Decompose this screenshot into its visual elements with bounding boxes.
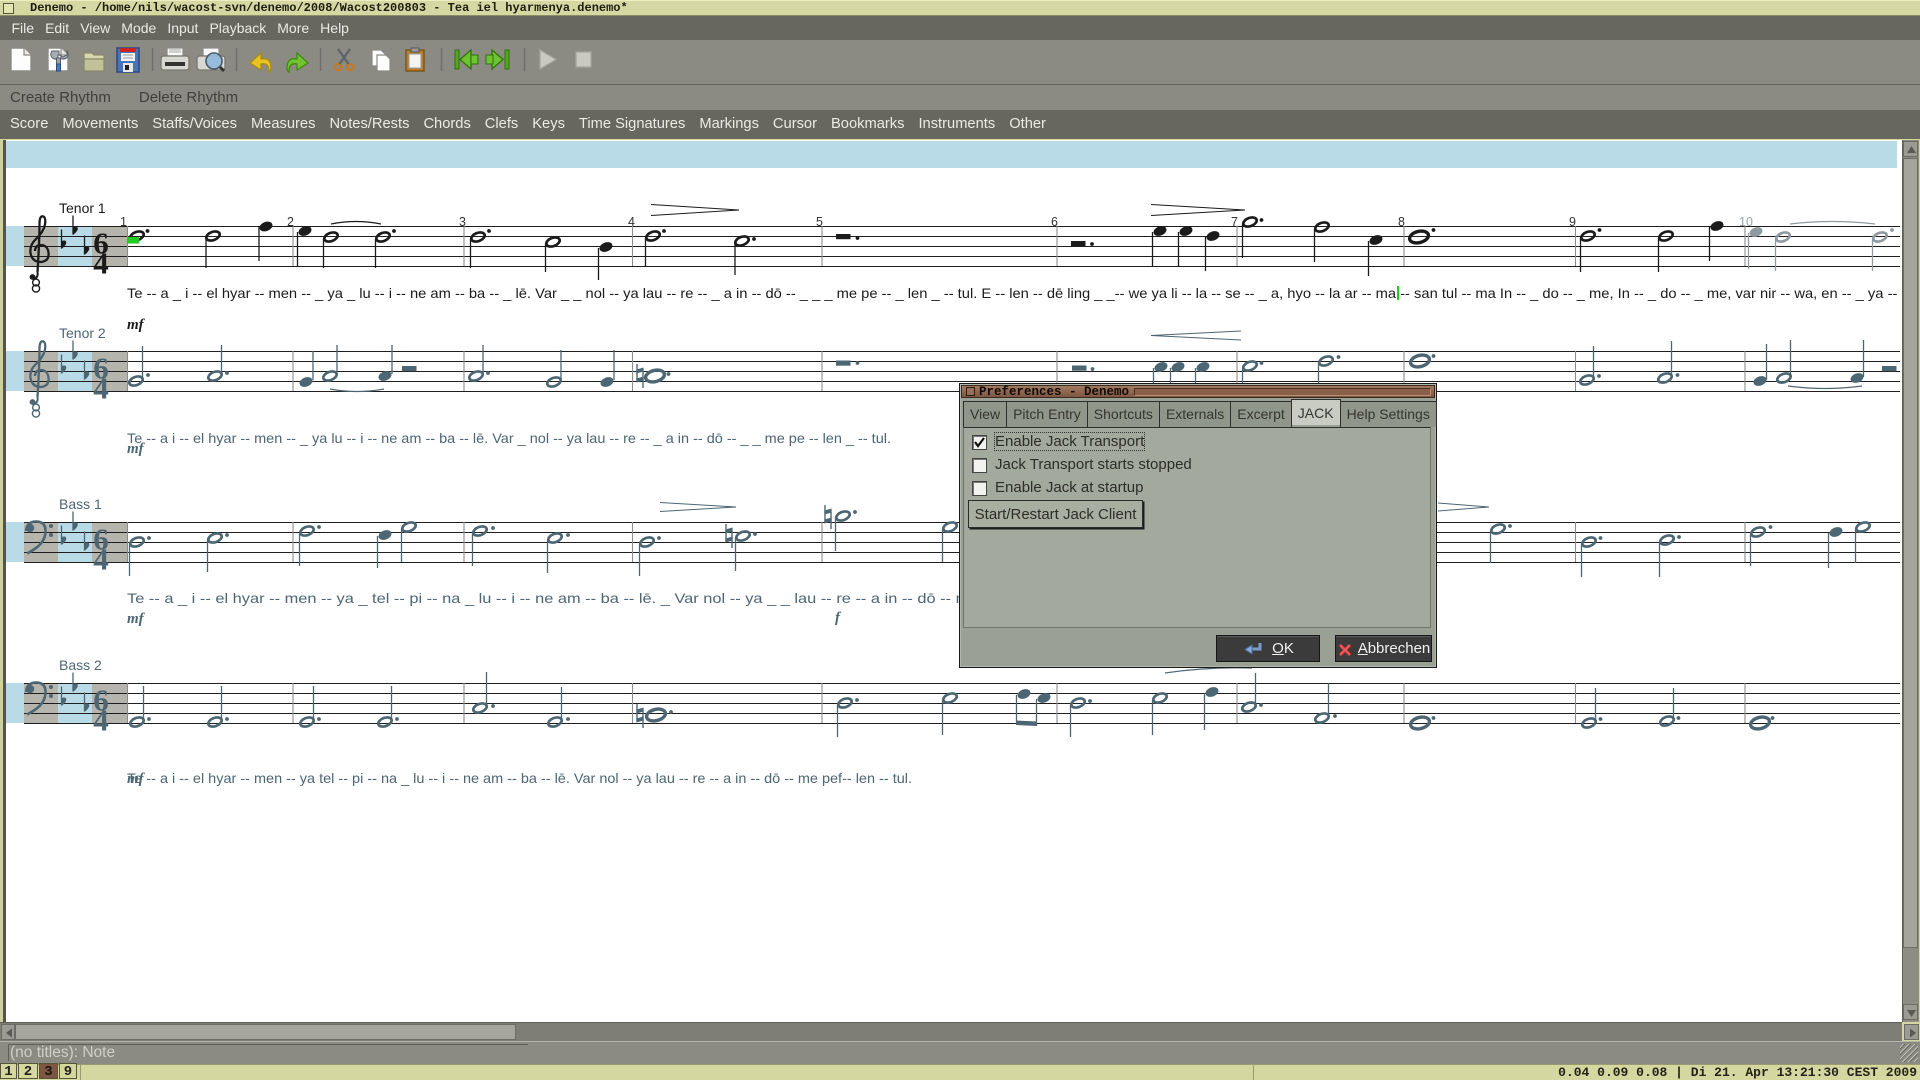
- svg-text:Te -- a _ i -- el hyar -- men: Te -- a _ i -- el hyar -- men -- _ ya _ …: [127, 285, 1917, 301]
- svg-text:6: 6: [1051, 215, 1058, 229]
- svg-text:Tenor 2: Tenor 2: [59, 325, 106, 341]
- svg-text:5: 5: [816, 215, 823, 229]
- svg-text:Te -- a i -- el hyar -- men --: Te -- a i -- el hyar -- men -- ya tel --…: [127, 770, 912, 786]
- svg-text:4: 4: [93, 542, 109, 577]
- svg-text:Te -- a i -- el hyar -- men --: Te -- a i -- el hyar -- men -- _ ya lu -…: [127, 430, 891, 446]
- svg-text:10: 10: [1739, 215, 1753, 229]
- svg-text:Bass 2: Bass 2: [59, 657, 102, 673]
- svg-text:2: 2: [287, 215, 294, 229]
- svg-text:Tenor 1: Tenor 1: [59, 200, 106, 216]
- svg-text:mf: mf: [127, 611, 146, 627]
- svg-text:8: 8: [1398, 215, 1405, 229]
- svg-text:Bass 1: Bass 1: [59, 496, 102, 512]
- svg-text:f: f: [835, 610, 842, 626]
- svg-text:9: 9: [1569, 215, 1576, 229]
- svg-text:4: 4: [93, 371, 109, 406]
- svg-text:mf: mf: [127, 441, 146, 457]
- svg-text:4: 4: [93, 246, 109, 281]
- svg-text:mf: mf: [127, 771, 146, 787]
- svg-text:1: 1: [120, 215, 127, 229]
- svg-text:mf: mf: [127, 317, 146, 333]
- svg-text:3: 3: [459, 215, 466, 229]
- svg-text:Te -- a _ i -- el hyar -- men: Te -- a _ i -- el hyar -- men -- ya _ te…: [127, 590, 1085, 606]
- svg-text:7: 7: [1231, 215, 1238, 229]
- svg-text:4: 4: [628, 215, 635, 229]
- svg-text:4: 4: [93, 703, 109, 738]
